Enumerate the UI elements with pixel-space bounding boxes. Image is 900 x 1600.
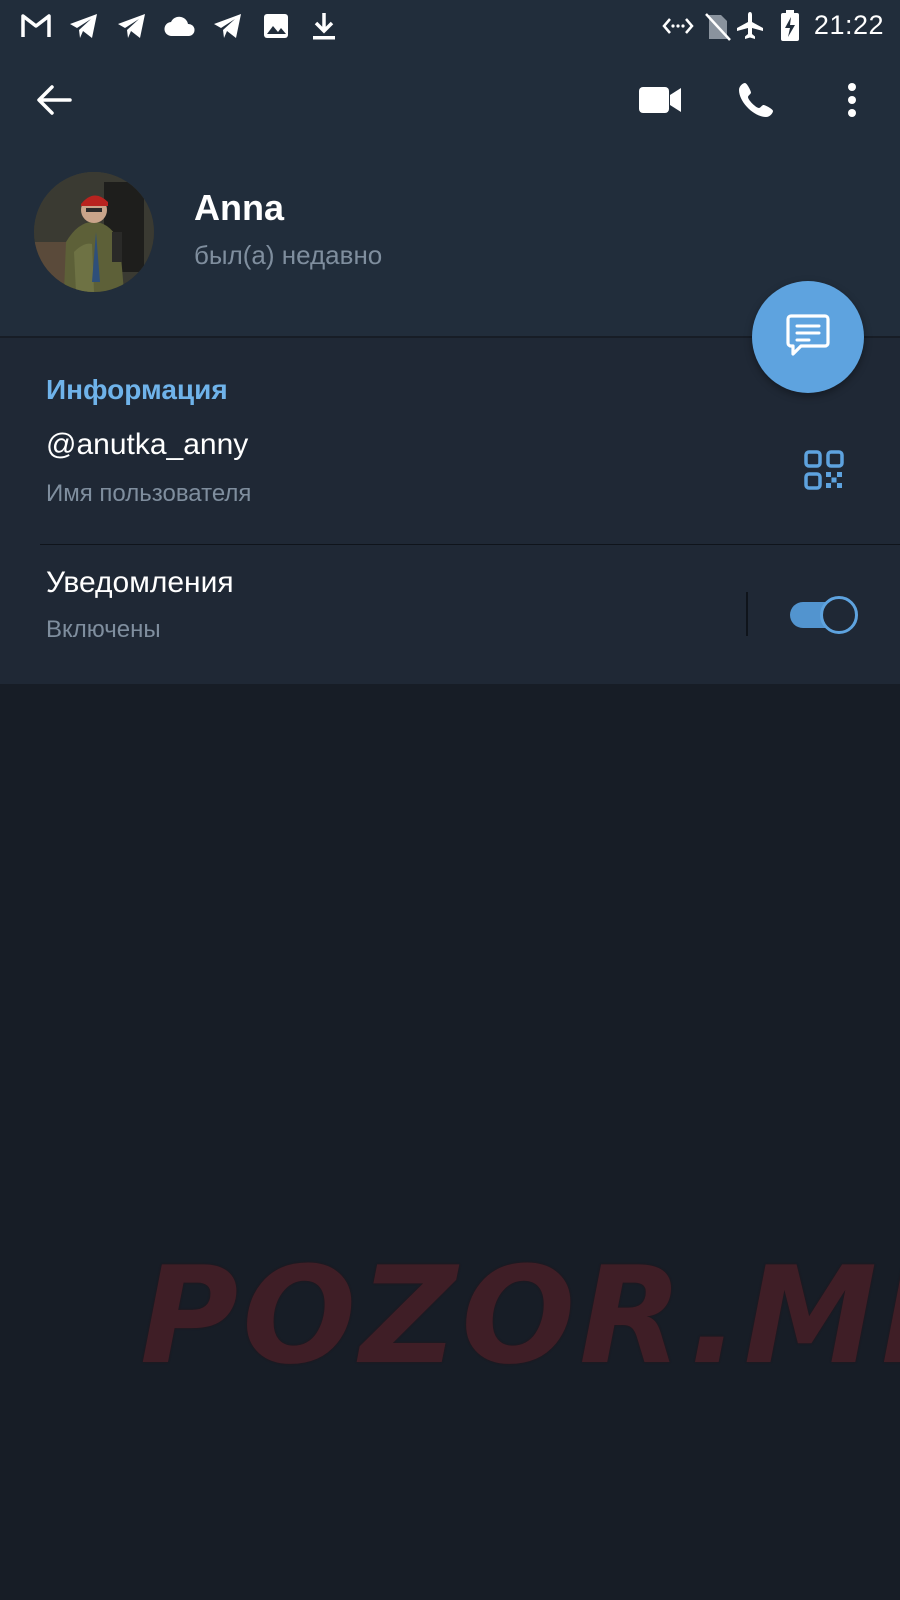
profile-header: Anna был(а) недавно bbox=[0, 52, 900, 336]
avatar[interactable] bbox=[34, 172, 154, 292]
no-sim-icon bbox=[700, 8, 736, 44]
info-section: Информация @anutka_anny Имя пользователя bbox=[0, 338, 900, 684]
qr-code-icon bbox=[804, 449, 844, 495]
send-message-button[interactable] bbox=[752, 281, 864, 393]
gmail-icon bbox=[18, 8, 54, 44]
call-button[interactable] bbox=[726, 72, 786, 132]
battery-charging-icon bbox=[772, 8, 808, 44]
profile-name: Anna bbox=[194, 187, 284, 228]
username-value: @anutka_anny bbox=[46, 428, 249, 461]
notifications-status: Включены bbox=[46, 616, 161, 643]
profile-screen: 21:22 Anna был(а) недавно Информация @an… bbox=[0, 0, 900, 1600]
profile-status: был(а) недавно bbox=[194, 240, 383, 270]
toggle-knob bbox=[820, 596, 858, 634]
image-icon bbox=[258, 8, 294, 44]
qr-code-button[interactable] bbox=[800, 448, 848, 496]
back-arrow-icon bbox=[36, 84, 72, 121]
status-bar: 21:22 bbox=[0, 0, 900, 52]
cloud-icon bbox=[162, 8, 198, 44]
message-icon bbox=[785, 312, 831, 363]
telegram-icon bbox=[66, 8, 102, 44]
divider bbox=[40, 544, 900, 545]
status-time: 21:22 bbox=[813, 10, 884, 40]
phone-icon bbox=[737, 81, 775, 124]
back-button[interactable] bbox=[24, 72, 84, 132]
more-vert-icon bbox=[847, 82, 857, 123]
notifications-title: Уведомления bbox=[46, 566, 234, 599]
username-label: Имя пользователя bbox=[46, 480, 252, 507]
watermark: POZOR.ME bbox=[140, 1238, 900, 1394]
video-call-button[interactable] bbox=[630, 72, 690, 132]
telegram-icon bbox=[210, 8, 246, 44]
download-icon bbox=[306, 8, 342, 44]
section-title: Информация bbox=[46, 374, 228, 405]
notifications-toggle[interactable] bbox=[790, 596, 858, 634]
notifications-row[interactable]: Уведомления Включены bbox=[0, 566, 900, 676]
username-row[interactable]: @anutka_anny Имя пользователя bbox=[0, 428, 900, 544]
more-options-button[interactable] bbox=[822, 72, 882, 132]
video-call-icon bbox=[638, 86, 682, 119]
airplane-icon bbox=[732, 8, 768, 44]
data-saver-icon bbox=[660, 8, 696, 44]
vertical-separator bbox=[746, 592, 748, 636]
avatar-photo bbox=[34, 172, 154, 292]
telegram-icon bbox=[114, 8, 150, 44]
